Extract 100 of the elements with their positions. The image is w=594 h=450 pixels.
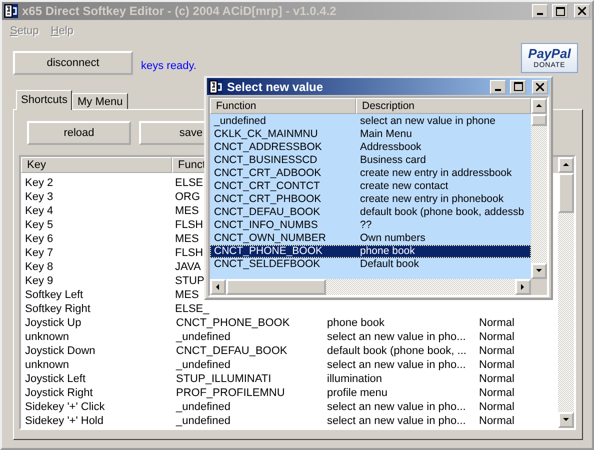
table-cell-text: Normal xyxy=(478,344,516,358)
close-button[interactable] xyxy=(574,4,590,18)
list-row[interactable]: CNCT_PHONE_BOOK phone book xyxy=(210,245,531,258)
function-description: Business card xyxy=(359,154,427,167)
scrollbar-thumb[interactable] xyxy=(226,279,326,295)
function-name: CNCT_DEFAU_BOOK xyxy=(213,206,322,219)
scroll-left-button[interactable] xyxy=(210,279,226,295)
scroll-down-button[interactable] xyxy=(558,412,574,428)
function-description: ?? xyxy=(359,219,373,232)
triangle-right-icon xyxy=(519,283,527,291)
scroll-up-button[interactable] xyxy=(558,157,574,173)
status-text: keys ready. xyxy=(141,60,196,72)
function-description: Main Menu xyxy=(359,128,413,141)
table-cell-text: unknown xyxy=(24,358,70,372)
table-cell-text: select an new value in pho... xyxy=(326,414,467,428)
disconnect-button[interactable]: disconnect xyxy=(13,51,133,75)
table-cell-text: FLSH xyxy=(174,246,204,260)
toolbar-button[interactable]: reload xyxy=(27,121,131,145)
list-row[interactable]: CNCT_SELDEFBOOK Default book xyxy=(210,258,531,271)
maximize-button[interactable] xyxy=(510,80,526,94)
maximize-button[interactable] xyxy=(552,4,568,18)
scrollbar-thumb[interactable] xyxy=(531,114,547,126)
minimize-button[interactable] xyxy=(532,4,548,18)
table-cell-text: Key 4 xyxy=(24,204,54,218)
table-cell-text: ORG xyxy=(174,190,200,204)
table-cell-text: _undefined xyxy=(174,358,232,372)
scroll-up-button[interactable] xyxy=(531,98,547,114)
function-name: CNCT_CRT_CONTCT xyxy=(213,180,321,193)
table-cell-text: select an new value in pho... xyxy=(326,358,467,372)
function-name: CNCT_OWN_NUMBER xyxy=(213,232,328,245)
function-description: Own numbers xyxy=(359,232,426,245)
column-header[interactable]: Key xyxy=(21,157,172,173)
maximize-icon xyxy=(514,82,522,91)
function-name: CNCT_PHONE_BOOK xyxy=(213,245,324,258)
list-row[interactable]: CNCT_CRT_CONTCT create new contact xyxy=(210,180,531,193)
list-row[interactable]: CNCT_OWN_NUMBER Own numbers xyxy=(210,232,531,245)
list-row[interactable]: CNCT_DEFAU_BOOK default book (phone book, addessb xyxy=(210,206,531,219)
close-button[interactable] xyxy=(532,80,548,94)
scrollbar[interactable] xyxy=(558,157,574,428)
table-cell-text: _undefined xyxy=(174,414,232,428)
minimize-icon xyxy=(495,88,501,90)
close-icon xyxy=(578,7,586,15)
table-cell-text: select an new value in pho... xyxy=(326,330,467,344)
triangle-down-icon xyxy=(562,416,570,424)
column-header[interactable]: Function xyxy=(210,98,356,114)
table-cell-text: Key 7 xyxy=(24,246,54,260)
scrollbar-thumb[interactable] xyxy=(558,173,574,213)
table-cell-text: Joystick Left xyxy=(24,372,87,386)
table-cell-text: Key 3 xyxy=(24,190,54,204)
triangle-up-icon xyxy=(535,102,543,110)
triangle-up-icon xyxy=(562,161,570,169)
table-cell-text: select an new value in pho... xyxy=(326,400,467,414)
scroll-down-button[interactable] xyxy=(531,263,547,279)
table-cell-text: MES xyxy=(174,204,199,218)
app-icon xyxy=(209,80,223,94)
function-name: CNCT_INFO_NUMBS xyxy=(213,219,319,232)
table-cell-text: FLSH xyxy=(174,218,204,232)
table-cell-text: _undefined xyxy=(174,400,232,414)
minimize-button[interactable] xyxy=(490,80,506,94)
list-row[interactable]: CNCT_INFO_NUMBS ?? xyxy=(210,219,531,232)
scroll-right-button[interactable] xyxy=(515,279,531,295)
table-cell-text: ELSE xyxy=(174,176,204,190)
list-row[interactable]: CNCT_CRT_PHBOOK create new entry in phonebook xyxy=(210,193,531,206)
brand-logo: PayPal xyxy=(528,46,571,60)
list-row[interactable]: CNCT_BUSINESSCD Business card xyxy=(210,154,531,167)
table-cell-text: Key 8 xyxy=(24,260,54,274)
function-description: create new contact xyxy=(359,180,450,193)
table-cell-text: JAVA xyxy=(174,260,201,274)
table-cell-text: MES xyxy=(174,232,199,246)
function-description: phone book xyxy=(359,245,416,258)
table-cell-text: Normal xyxy=(478,316,516,330)
tab[interactable]: My Menu xyxy=(72,93,128,109)
list-row[interactable]: CNCT_CRT_ADBOOK create new entry in addressbook xyxy=(210,167,531,180)
table-cell-text: _undefined xyxy=(174,330,232,344)
table-cell-text: Softkey Right xyxy=(24,302,92,316)
function-name: CNCT_CRT_PHBOOK xyxy=(213,193,322,206)
table-cell-text: profile menu xyxy=(326,386,389,400)
app-icon xyxy=(4,4,18,18)
table-cell-text: Normal xyxy=(478,414,516,428)
table-cell-text: CNCT_DEFAU_BOOK xyxy=(175,344,288,358)
table-cell-text: Key 6 xyxy=(24,232,54,246)
table-cell-text: Key 5 xyxy=(24,218,54,232)
column-header[interactable]: Description xyxy=(356,98,531,114)
table-cell-text: ELSE_ xyxy=(174,302,210,316)
table-cell-text: Joystick Right xyxy=(24,386,94,400)
scrollbar[interactable] xyxy=(531,98,547,279)
triangle-left-icon xyxy=(214,283,222,291)
table-cell-text: illumination xyxy=(326,372,384,386)
function-name: CNCT_SELDEFBOOK xyxy=(213,258,322,271)
table-cell-text: Normal xyxy=(478,372,516,386)
table-cell-text: CNCT_PHONE_BOOK xyxy=(175,316,291,330)
horizontal-scrollbar[interactable] xyxy=(210,279,547,295)
table-cell-text: Sidekey '+' Hold xyxy=(24,414,104,428)
table-cell-text: Key 9 xyxy=(24,274,54,288)
maximize-icon xyxy=(556,6,564,16)
table-cell-text: phone book xyxy=(326,316,386,330)
triangle-down-icon xyxy=(535,267,543,275)
table-cell-text: Normal xyxy=(478,386,516,400)
tab[interactable]: Shortcuts xyxy=(16,90,72,110)
function-name: CNCT_BUSINESSCD xyxy=(213,154,318,167)
